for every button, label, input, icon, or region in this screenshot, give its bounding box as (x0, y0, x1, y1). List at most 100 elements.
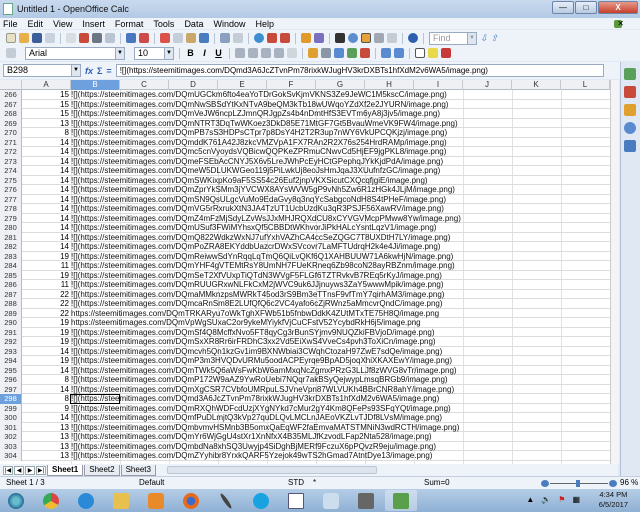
taskbar-openoffice[interactable] (350, 490, 382, 511)
close-button[interactable]: X (598, 1, 638, 14)
taskbar-recorder[interactable] (210, 490, 242, 511)
hyperlink-icon[interactable] (254, 33, 264, 43)
zoom-level[interactable]: 96 % (620, 477, 638, 489)
navigator-sidebar-icon[interactable] (624, 122, 636, 134)
functions-icon[interactable] (624, 140, 636, 152)
sum-icon[interactable]: Σ (97, 66, 102, 76)
start-button[interactable] (0, 490, 32, 511)
format-paintbrush-icon[interactable] (199, 33, 209, 43)
taskbar-paint[interactable] (315, 490, 347, 511)
column-header-c[interactable]: C (120, 80, 169, 90)
cell-b[interactable]: ![](https://steemitimages.com/DQmVG5rRxr… (71, 204, 444, 214)
cell-b[interactable]: ![](https://steemitimages.com/DQmPoZRA8E… (71, 242, 440, 252)
menu-data[interactable]: Data (184, 19, 203, 29)
zoom-in-icon[interactable] (609, 480, 617, 487)
cell-a[interactable]: 22 (22, 290, 70, 300)
find-replace-icon[interactable] (335, 33, 345, 43)
row-header[interactable]: 268 (0, 109, 22, 119)
edit-file-icon[interactable] (66, 33, 76, 43)
row-header[interactable]: 283 (0, 251, 22, 261)
bold-button[interactable]: B (185, 48, 196, 58)
cell-b[interactable]: https://steemitimages.com/DQmTRKARyu7oWk… (71, 309, 439, 319)
cell-a[interactable]: 14 (22, 185, 70, 195)
maximize-button[interactable]: □ (575, 1, 597, 14)
cell-b[interactable]: ![](https://steemitimages.com/DQmP3m3HVQ… (71, 356, 452, 366)
row-header[interactable]: 276 (0, 185, 22, 195)
cell-b[interactable]: ![](https://steemitimages.com/DQmbdNa8xh… (71, 442, 436, 452)
cell-a[interactable]: 14 (22, 214, 70, 224)
function-wizard-icon[interactable]: fx (85, 66, 93, 76)
cell-a[interactable]: 15 (22, 100, 70, 110)
first-sheet-icon[interactable]: |◀ (3, 465, 13, 475)
cell-b[interactable]: ![](https://steemitimages.com/DQmTWk5Q6a… (71, 366, 457, 376)
cell-a[interactable]: 13 (22, 442, 70, 452)
styles-icon[interactable] (6, 48, 16, 58)
cut-icon[interactable] (160, 33, 170, 43)
menu-view[interactable]: View (53, 19, 72, 29)
row-header[interactable]: 273 (0, 156, 22, 166)
cell-a[interactable]: 14 (22, 413, 70, 423)
row-header[interactable]: 296 (0, 375, 22, 385)
cell-b[interactable]: ![](https://steemitimages.com/DQmZ4mFzMj… (71, 214, 461, 224)
find-next-icon[interactable]: ⇩ (480, 33, 488, 44)
cell-a[interactable]: 14 (22, 157, 70, 167)
cell-a[interactable]: 14 (22, 242, 70, 252)
paste-icon[interactable] (186, 33, 196, 43)
copy-icon[interactable] (173, 33, 183, 43)
row-header[interactable]: 278 (0, 204, 22, 214)
currency-format-icon[interactable] (308, 48, 318, 58)
cell-a[interactable]: 14 (22, 233, 70, 243)
column-header-b[interactable]: B (71, 80, 120, 90)
cell-a[interactable]: 13 (22, 119, 70, 129)
row-header[interactable]: 287 (0, 289, 22, 299)
font-name-select[interactable]: Arial ▼ (25, 46, 125, 60)
cell-b[interactable]: ![](https://steemitimages.com/DQmSeT2XfV… (71, 271, 442, 281)
row-header[interactable]: 289 (0, 308, 22, 318)
cell-b[interactable]: ![](https://steemitimages.com/DQmP172W9a… (71, 375, 448, 385)
select-all-corner[interactable] (0, 80, 22, 90)
taskbar-media[interactable] (140, 490, 172, 511)
zoom-icon[interactable] (387, 33, 397, 43)
cell-a[interactable]: 19 (22, 318, 70, 328)
column-header-f[interactable]: F (267, 80, 316, 90)
delete-decimal-icon[interactable] (360, 48, 370, 58)
row-header[interactable]: 277 (0, 194, 22, 204)
sort-ascending-icon[interactable] (267, 33, 277, 43)
column-header-i[interactable]: I (414, 80, 463, 90)
underline-button[interactable]: U (213, 48, 224, 58)
merge-cells-icon[interactable] (287, 48, 297, 58)
cell-a[interactable]: 19 (22, 356, 70, 366)
name-box[interactable]: B298 ▼ (3, 64, 81, 77)
row-header[interactable]: 281 (0, 232, 22, 242)
menu-window[interactable]: Window (213, 19, 245, 29)
menu-file[interactable]: File (3, 19, 18, 29)
cell-a[interactable]: 8 (22, 375, 70, 385)
horizontal-scrollbar[interactable] (166, 466, 377, 474)
column-header-a[interactable]: A (22, 80, 71, 90)
draw-functions-icon[interactable] (314, 33, 324, 43)
column-header-k[interactable]: K (512, 80, 561, 90)
row-header[interactable]: 286 (0, 280, 22, 290)
cell-a[interactable]: 19 (22, 328, 70, 338)
sheet-tab-sheet3[interactable]: Sheet3 (120, 464, 156, 476)
row-header[interactable]: 292 (0, 337, 22, 347)
row-header[interactable]: 293 (0, 346, 22, 356)
action-center-icon[interactable]: ⚑ (558, 495, 565, 504)
align-right-icon[interactable] (261, 48, 271, 58)
row-header[interactable]: 304 (0, 451, 22, 461)
row-header[interactable]: 303 (0, 441, 22, 451)
sort-descending-icon[interactable] (280, 33, 290, 43)
print-preview-icon[interactable] (105, 33, 115, 43)
selection-mode[interactable]: STD (288, 477, 304, 489)
cell-b[interactable]: ![](https://steemitimages.com/DQmYHF4gVT… (71, 261, 455, 271)
cell-a[interactable]: 14 (22, 195, 70, 205)
last-sheet-icon[interactable]: ▶| (36, 465, 46, 475)
row-header[interactable]: 271 (0, 137, 22, 147)
cell-b[interactable]: ![](https://steemitimages.com/DQmVeJW6nc… (71, 109, 440, 119)
cell-a[interactable]: 13 (22, 451, 70, 461)
gallery-icon[interactable] (361, 33, 371, 43)
row-header[interactable]: 290 (0, 318, 22, 328)
cell-a[interactable]: 19 (22, 252, 70, 262)
align-center-icon[interactable] (248, 48, 258, 58)
cell-b[interactable]: ![](https://steemitimages.com/DQmYr6WjGg… (71, 432, 432, 442)
